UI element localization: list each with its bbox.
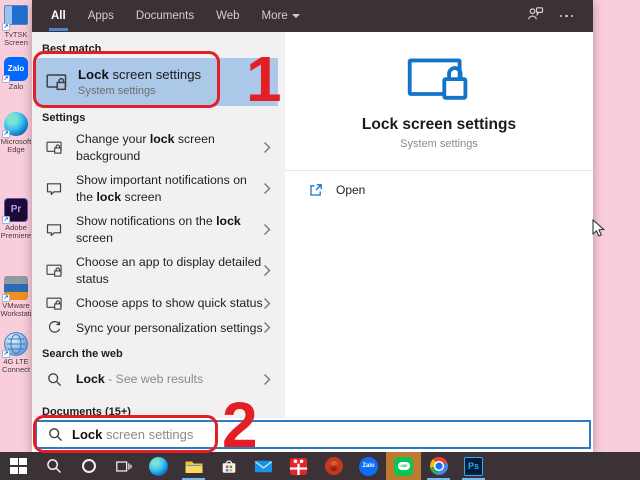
app1-icon (4, 5, 28, 25)
desktop-icon-label: VMware Workstation (0, 302, 33, 318)
more-options-icon[interactable] (560, 15, 574, 18)
start-button[interactable] (1, 452, 36, 480)
file-explorer-taskbar-icon[interactable] (176, 452, 211, 480)
chevron-right-icon (263, 321, 271, 334)
zalo-taskbar-icon[interactable]: Zalo (351, 452, 386, 480)
sync-icon (32, 320, 76, 335)
chevron-right-icon (263, 264, 271, 277)
photoshop-taskbar-icon[interactable]: Ps (456, 452, 491, 480)
shortcut-arrow-icon: ↗ (2, 130, 10, 138)
annotation-box-2 (33, 415, 218, 453)
desktop-icon-4g[interactable]: ↗ 4G LTE Connect (0, 332, 33, 374)
settings-item-quick-status[interactable]: Choose apps to show quick status (32, 291, 285, 316)
settings-item-important-notifications[interactable]: Show important notifications on the lock… (32, 168, 285, 209)
office-taskbar-icon[interactable] (316, 452, 351, 480)
feedback-icon[interactable] (527, 6, 544, 26)
tab-all[interactable]: All (40, 0, 77, 32)
tab-apps[interactable]: Apps (77, 0, 125, 32)
shortcut-arrow-icon: ↗ (2, 350, 10, 358)
desktop-icon-label: Zalo (0, 83, 33, 91)
shortcut-arrow-icon: ↗ (2, 216, 10, 224)
settings-item-sync-personalization[interactable]: Sync your personalization settings (32, 316, 285, 341)
chevron-right-icon (263, 223, 271, 236)
lock-screen-large-icon (407, 58, 471, 106)
office-icon (325, 457, 343, 475)
settings-item-show-notifications[interactable]: Show notifications on the lock screen (32, 209, 285, 250)
search-icon (32, 372, 76, 387)
tab-documents[interactable]: Documents (125, 0, 205, 32)
search-filter-bar: All Apps Documents Web More (32, 0, 593, 32)
task-view-button[interactable] (106, 452, 141, 480)
chrome-taskbar-icon[interactable] (421, 452, 456, 480)
desktop-icon-zalo[interactable]: Zalo↗ Zalo (0, 57, 33, 91)
chevron-right-icon (263, 373, 271, 386)
mouse-cursor-icon (592, 219, 605, 243)
open-label: Open (336, 183, 365, 197)
zalo-icon: Zalo (359, 457, 378, 476)
section-header-web: Search the web (42, 348, 285, 360)
chevron-down-icon (292, 14, 300, 18)
annotation-number-1: 1 (246, 47, 280, 111)
notification-icon (32, 181, 76, 196)
lock-screen-icon (32, 263, 76, 278)
tab-more[interactable]: More (251, 0, 311, 32)
edge-icon (149, 457, 168, 476)
desktop-icon-label: Microsoft Edge (0, 138, 33, 154)
file-explorer-icon (184, 458, 204, 475)
desktop-icon-app1[interactable]: ↗ TvTSK Screen (0, 3, 33, 47)
chevron-right-icon (263, 141, 271, 154)
annotation-box-1 (33, 51, 220, 108)
cortana-button[interactable] (71, 452, 106, 480)
search-icon (46, 458, 62, 474)
chevron-right-icon (263, 297, 271, 310)
chevron-right-icon (263, 182, 271, 195)
task-view-icon (115, 459, 132, 474)
cortana-icon (82, 459, 96, 473)
shortcut-arrow-icon: ↗ (2, 75, 10, 83)
desktop-icon-label: Adobe Premiere (0, 224, 33, 240)
desktop-icon-premiere[interactable]: Pr↗ Adobe Premiere (0, 198, 33, 240)
preview-panel: Lock screen settings System settings Ope… (285, 32, 593, 418)
line-icon: LINE (394, 457, 413, 476)
open-icon (309, 183, 323, 197)
preview-title: Lock screen settings (285, 116, 593, 134)
chrome-icon (430, 457, 448, 475)
annotation-number-2: 2 (222, 393, 256, 457)
desktop-icon-edge[interactable]: ↗ Microsoft Edge (0, 112, 33, 154)
desktop: ↗ TvTSK Screen Zalo↗ Zalo ↗ Microsoft Ed… (0, 0, 640, 480)
photoshop-icon: Ps (464, 457, 483, 476)
preview-subtitle: System settings (285, 138, 593, 150)
taskbar-search-button[interactable] (36, 452, 71, 480)
gift-app-taskbar-icon[interactable] (281, 452, 316, 480)
desktop-icon-label: 4G LTE Connect (0, 358, 33, 374)
taskbar: Zalo LINE Ps (0, 452, 640, 480)
shortcut-arrow-icon: ↗ (2, 294, 10, 302)
shortcut-arrow-icon: ↗ (2, 23, 10, 31)
edge-taskbar-icon[interactable] (141, 452, 176, 480)
open-action[interactable]: Open (285, 171, 593, 197)
windows-logo-icon (10, 458, 27, 475)
gift-icon (289, 457, 308, 476)
settings-item-detailed-status[interactable]: Choose an app to display detailed status (32, 250, 285, 291)
tab-web[interactable]: Web (205, 0, 250, 32)
notification-icon (32, 222, 76, 237)
desktop-icon-vmware[interactable]: ↗ VMware Workstation (0, 276, 33, 318)
lock-screen-icon (32, 296, 76, 311)
lock-screen-icon (32, 140, 76, 155)
line-taskbar-icon[interactable]: LINE (386, 452, 421, 480)
settings-item-change-background[interactable]: Change your lock screen background (32, 127, 285, 168)
mail-icon (254, 459, 273, 474)
desktop-icon-label: TvTSK Screen (0, 31, 33, 47)
